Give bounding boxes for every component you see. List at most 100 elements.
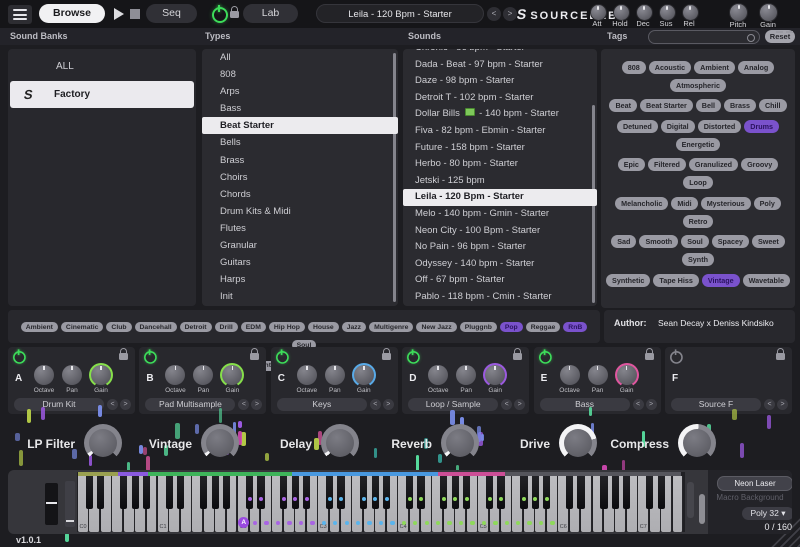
- sound-item[interactable]: Neon City - 100 Bpm - Starter: [403, 223, 597, 240]
- preset-prev-button[interactable]: <: [487, 7, 501, 21]
- sound-item[interactable]: Daze - 98 bpm - Starter: [403, 73, 597, 90]
- piano-key-black[interactable]: [623, 476, 630, 509]
- fader-a[interactable]: [687, 482, 694, 518]
- tag-chip[interactable]: Vintage: [702, 274, 740, 287]
- tag-chip[interactable]: Brass: [724, 99, 756, 112]
- bank-item[interactable]: ALL: [12, 56, 192, 78]
- type-item[interactable]: 808: [202, 66, 398, 83]
- genre-chip[interactable]: Jazz: [342, 322, 366, 332]
- tag-chip[interactable]: Beat Starter: [640, 99, 693, 112]
- piano-key-black[interactable]: [577, 476, 584, 509]
- source-name[interactable]: Bass: [540, 398, 630, 411]
- sound-item[interactable]: Off - 67 bpm - Starter: [403, 272, 597, 289]
- source-pan-knob[interactable]: [62, 365, 82, 385]
- piano-key-black[interactable]: [166, 476, 173, 509]
- effect-knob-compress[interactable]: [678, 424, 716, 462]
- type-item[interactable]: Init: [202, 288, 398, 305]
- piano-key-black[interactable]: [120, 476, 127, 509]
- tag-chip[interactable]: Atmospheric: [670, 79, 726, 92]
- tag-chip[interactable]: 808: [622, 61, 646, 74]
- source-name[interactable]: Pad Multisample: [145, 398, 235, 411]
- source-next-button[interactable]: >: [383, 399, 394, 410]
- sound-item[interactable]: Dada - Beat - 97 bpm - Starter: [403, 57, 597, 74]
- source-lock-icon[interactable]: [382, 353, 391, 360]
- power-icon[interactable]: [212, 7, 228, 23]
- genre-chip[interactable]: New Jazz: [416, 322, 456, 332]
- piano-key-black[interactable]: [612, 476, 619, 509]
- piano-key-black[interactable]: [463, 476, 470, 509]
- sound-item[interactable]: Dollar Bills - 140 bpm - Starter: [403, 106, 597, 123]
- source-next-button[interactable]: >: [777, 399, 788, 410]
- genre-chip[interactable]: Club: [106, 322, 131, 332]
- type-item[interactable]: Harps: [202, 271, 398, 288]
- tag-chip[interactable]: Loop: [683, 176, 713, 189]
- tag-search-input[interactable]: [648, 30, 760, 44]
- source-next-button[interactable]: >: [514, 399, 525, 410]
- genre-chip[interactable]: Reggae: [526, 322, 561, 332]
- sound-item[interactable]: Detroit T - 102 bpm - Starter: [403, 90, 597, 107]
- tag-chip[interactable]: Groovy: [741, 158, 778, 171]
- sound-item[interactable]: Chronic - 86 bpm - Starter: [403, 49, 597, 57]
- tag-chip[interactable]: Retro: [683, 215, 714, 228]
- piano-key-black[interactable]: [292, 476, 299, 509]
- sound-item[interactable]: Fiva - 82 bpm - Ebmin - Starter: [403, 123, 597, 140]
- type-item[interactable]: Bass: [202, 100, 398, 117]
- source-power-icon[interactable]: [670, 351, 683, 364]
- source-next-button[interactable]: >: [251, 399, 262, 410]
- piano-key-white[interactable]: [673, 476, 684, 532]
- sound-item[interactable]: Melo - 140 bpm - Gmin - Starter: [403, 206, 597, 223]
- genre-chip[interactable]: Multigenre: [369, 322, 413, 332]
- piano-key-black[interactable]: [520, 476, 527, 509]
- tag-chip[interactable]: Synth: [682, 253, 714, 266]
- source-lock-icon[interactable]: [250, 353, 259, 360]
- source-octave-knob[interactable]: [165, 365, 185, 385]
- lab-tab[interactable]: Lab: [243, 4, 298, 23]
- tag-chip[interactable]: Distorted: [698, 120, 742, 133]
- tag-chip[interactable]: Midi: [671, 197, 697, 210]
- source-pan-knob[interactable]: [193, 365, 213, 385]
- type-item[interactable]: Drum Kits & Midi: [202, 203, 398, 220]
- piano-key-black[interactable]: [497, 476, 504, 509]
- source-gain-knob[interactable]: [354, 365, 374, 385]
- genre-chip[interactable]: House: [308, 322, 339, 332]
- type-item[interactable]: Beat Starter: [202, 117, 398, 134]
- poly-select[interactable]: Poly 32 ▾: [742, 507, 792, 520]
- tag-chip[interactable]: Drums: [744, 120, 779, 133]
- piano-key-black[interactable]: [200, 476, 207, 509]
- source-prev-button[interactable]: <: [370, 399, 381, 410]
- source-lock-icon[interactable]: [119, 353, 128, 360]
- sound-item[interactable]: Odyssey - 140 bpm - Starter: [403, 256, 597, 273]
- piano-key-black[interactable]: [132, 476, 139, 509]
- type-item[interactable]: Choirs: [202, 169, 398, 186]
- sound-item[interactable]: Leila - 120 Bpm - Starter: [403, 189, 597, 206]
- piano-key-black[interactable]: [532, 476, 539, 509]
- source-prev-button[interactable]: <: [633, 399, 644, 410]
- piano-key-black[interactable]: [97, 476, 104, 509]
- genre-chip[interactable]: Dancehall: [135, 322, 177, 332]
- source-power-icon[interactable]: [13, 351, 26, 364]
- lock-icon[interactable]: [230, 11, 239, 18]
- hamburger-menu-icon[interactable]: [8, 5, 32, 24]
- tag-chip[interactable]: Chill: [759, 99, 787, 112]
- type-item[interactable]: Arps: [202, 83, 398, 100]
- type-item[interactable]: Granular: [202, 237, 398, 254]
- piano-key-black[interactable]: [566, 476, 573, 509]
- keyboard-scroll-handle[interactable]: [699, 494, 705, 524]
- source-next-button[interactable]: >: [646, 399, 657, 410]
- tag-chip[interactable]: Detuned: [617, 120, 658, 133]
- tag-chip[interactable]: Mysterious: [701, 197, 751, 210]
- source-octave-knob[interactable]: [297, 365, 317, 385]
- tag-chip[interactable]: Smooth: [639, 235, 678, 248]
- piano-key-black[interactable]: [646, 476, 653, 509]
- seq-tab[interactable]: Seq: [146, 4, 197, 23]
- tag-chip[interactable]: Granulized: [689, 158, 738, 171]
- type-item[interactable]: Guitars: [202, 254, 398, 271]
- piano-key-black[interactable]: [303, 476, 310, 509]
- piano-key-black[interactable]: [383, 476, 390, 509]
- source-lock-icon[interactable]: [513, 353, 522, 360]
- source-gain-knob[interactable]: [91, 365, 111, 385]
- piano-key-black[interactable]: [440, 476, 447, 509]
- tag-chip[interactable]: Synthetic: [606, 274, 650, 287]
- tag-chip[interactable]: Acoustic: [649, 61, 691, 74]
- piano-key-black[interactable]: [658, 476, 665, 509]
